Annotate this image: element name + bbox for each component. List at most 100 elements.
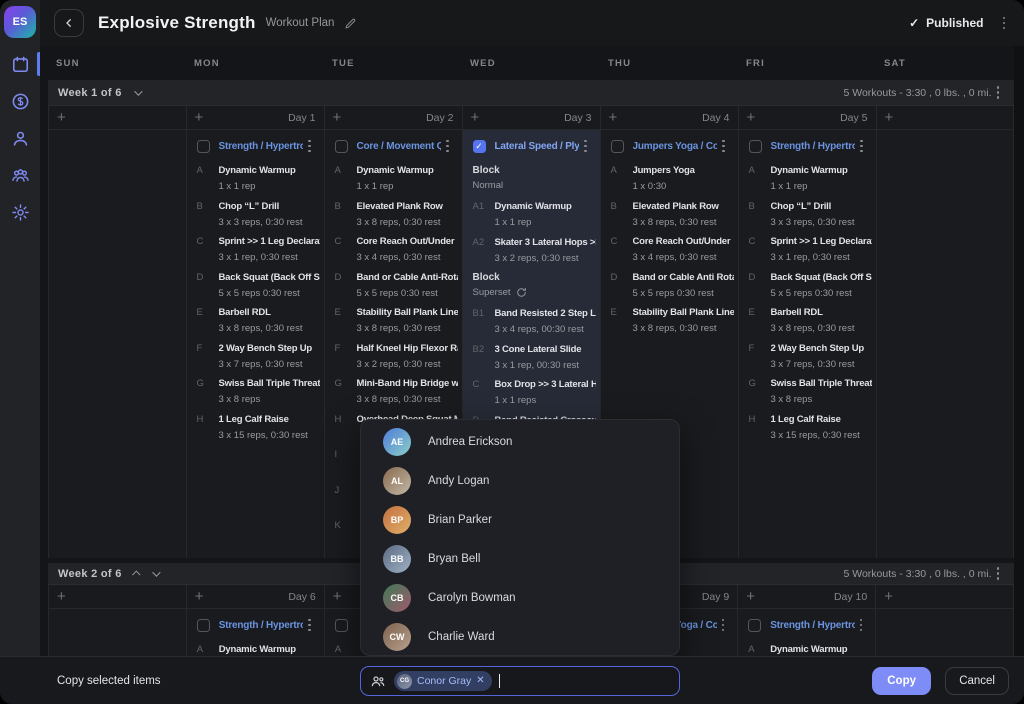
header-kebab-menu[interactable] [998,14,1011,33]
exercise-detail: 3 x 1 rep, 0:30 rest [771,251,872,264]
kebab-menu-button[interactable] [855,616,868,635]
kebab-menu-button[interactable] [992,83,1005,102]
exercise-name: Box Drop >> 3 Lateral H... [495,378,596,391]
add-workout-button[interactable]: + [747,110,756,125]
day-label: Day 2 [426,112,453,124]
add-workout-button[interactable]: + [884,589,893,604]
edit-pencil-icon[interactable] [344,17,357,30]
add-workout-button[interactable]: + [195,589,204,604]
exercise-detail: 3 x 2 reps, 0:30 rest [357,358,458,371]
text-caret [499,674,500,688]
exercise-name: Elevated Plank Row [357,200,458,213]
sidebar-item-profile[interactable] [0,124,40,152]
exercise-name: Swiss Ball Triple Threat [771,377,872,390]
workout-checkbox[interactable] [748,619,761,632]
exercise-name: Sprint >> 1 Leg Declarations [219,235,320,248]
athlete-list-item[interactable]: BBBryan Bell [361,539,679,578]
sidebar-item-athletes[interactable] [0,161,40,189]
workout-card-header: Strength / Hypertro... [187,134,324,158]
exercise-row: ADynamic Warmup1 x 1 rep [749,164,872,193]
day-column-header: + [876,585,1013,609]
page-subtitle: Workout Plan [266,17,335,29]
exercise-letter: B [335,200,357,229]
athlete-list-item[interactable]: BPBrian Parker [361,500,679,539]
athlete-search-input[interactable]: CG Conor Gray ✕ [360,666,680,696]
add-workout-button[interactable]: + [885,110,894,125]
exercise-letter: G [197,377,219,406]
app-logo[interactable]: ES [4,6,36,38]
athlete-name: Carolyn Bowman [428,592,516,604]
add-workout-button[interactable]: + [609,110,618,125]
workout-checkbox[interactable] [197,140,210,153]
add-workout-button[interactable]: + [746,589,755,604]
kebab-menu-button[interactable] [303,616,316,635]
exercise-detail: 1 x 1 rep [771,180,872,193]
kebab-menu-button[interactable] [855,137,868,156]
scroll-gutter[interactable] [1014,46,1024,656]
exercise-texts: 3 Cone Lateral Slide3 x 1 rep, 00:30 res… [495,343,596,372]
workout-card-title[interactable]: Strength / Hypertro... [219,141,304,152]
sidebar-item-settings[interactable] [0,198,40,226]
add-workout-button[interactable]: + [333,589,342,604]
add-workout-button[interactable]: + [57,110,66,125]
sidebar-item-billing[interactable] [0,87,40,115]
chip-remove-icon[interactable]: ✕ [476,676,484,686]
workout-checkbox[interactable] [197,619,210,632]
workout-checkbox[interactable]: ✓ [473,140,486,153]
week-summary: 5 Workouts - 3:30 , 0 lbs. , 0 mi. [843,87,991,99]
kebab-menu-button[interactable] [441,137,454,156]
athlete-list-item[interactable]: CWCharlie Ward [361,617,679,656]
day-column: +Day 1Strength / Hypertro...ADynamic War… [187,106,325,558]
exercise-row: EBarbell RDL3 x 8 reps, 0:30 rest [749,306,872,335]
exercise-texts: Band Resisted 2 Step Late...3 x 4 reps, … [495,307,596,336]
athlete-list-item[interactable]: AEAndrea Erickson [361,422,679,461]
add-workout-button[interactable]: + [333,110,342,125]
exercise-texts: Swiss Ball Triple Threat3 x 8 reps [219,377,320,406]
athlete-list-item[interactable]: ALAndy Logan [361,461,679,500]
kebab-menu-button[interactable] [992,564,1005,583]
add-workout-button[interactable]: + [57,589,66,604]
workout-card-title[interactable]: Strength / Hypertro... [771,141,856,152]
chevron-down-icon[interactable] [134,87,142,95]
athlete-list-item[interactable]: CB Carolyn Bowman [361,578,679,617]
sidebar-item-calendar[interactable] [0,50,40,78]
chevron-up-icon[interactable] [132,570,140,578]
exercise-name: Barbell RDL [771,306,872,319]
exercise-name: Band Resisted 2 Step Late... [495,307,596,320]
kebab-menu-button[interactable] [717,616,730,635]
publish-status[interactable]: ✓ Published [909,16,983,30]
exercise-row: B1Band Resisted 2 Step Late...3 x 4 reps… [473,307,596,336]
back-button[interactable] [54,9,84,37]
day-column-body: Strength / Hypertro...ADynamic Warmup1 x… [187,130,324,558]
selected-athlete-chip[interactable]: CG Conor Gray ✕ [394,671,492,691]
workout-card-title[interactable]: Strength / Hypertro... [770,620,855,631]
workout-card-title[interactable]: Strength / Hypertro... [219,620,304,631]
kebab-menu-button[interactable] [579,137,592,156]
avatar: CB [383,584,411,612]
exercise-name: Core Reach Out/Under [357,235,458,248]
kebab-menu-button[interactable] [303,137,316,156]
day-label: Day 10 [834,591,867,603]
add-workout-button[interactable]: + [195,110,204,125]
workout-checkbox[interactable] [611,140,624,153]
kebab-menu-button[interactable] [717,137,730,156]
workout-card-title[interactable]: Jumpers Yoga / Core [633,141,718,152]
workout-checkbox[interactable] [335,140,348,153]
workout-checkbox[interactable] [749,140,762,153]
workout-card-title[interactable]: Lateral Speed / Plyo [495,141,580,152]
cancel-button[interactable]: Cancel [945,667,1009,695]
copy-button[interactable]: Copy [872,667,931,695]
exercise-texts: Core Reach Out/Under3 x 4 reps, 0:30 res… [633,235,734,264]
chevron-down-icon[interactable] [152,568,160,576]
exercise-texts: Half Kneel Hip Flexor Rais...3 x 2 reps,… [357,342,458,371]
workout-card-title[interactable]: Core / Movement Q... [357,141,442,152]
exercise-letter: E [335,306,357,335]
add-workout-button[interactable]: + [471,110,480,125]
exercise-name: 2 Way Bench Step Up [771,342,872,355]
workout-checkbox[interactable] [335,619,348,632]
exercise-name: 3 Cone Lateral Slide [495,343,596,356]
exercise-name: Band or Cable Anti-Rotati... [357,271,458,284]
exercise-detail: 3 x 15 reps, 0:30 rest [771,429,872,442]
exercise-texts: Elevated Plank Row3 x 8 reps, 0:30 rest [633,200,734,229]
exercise-texts: Jumpers Yoga1 x 0:30 [633,164,734,193]
